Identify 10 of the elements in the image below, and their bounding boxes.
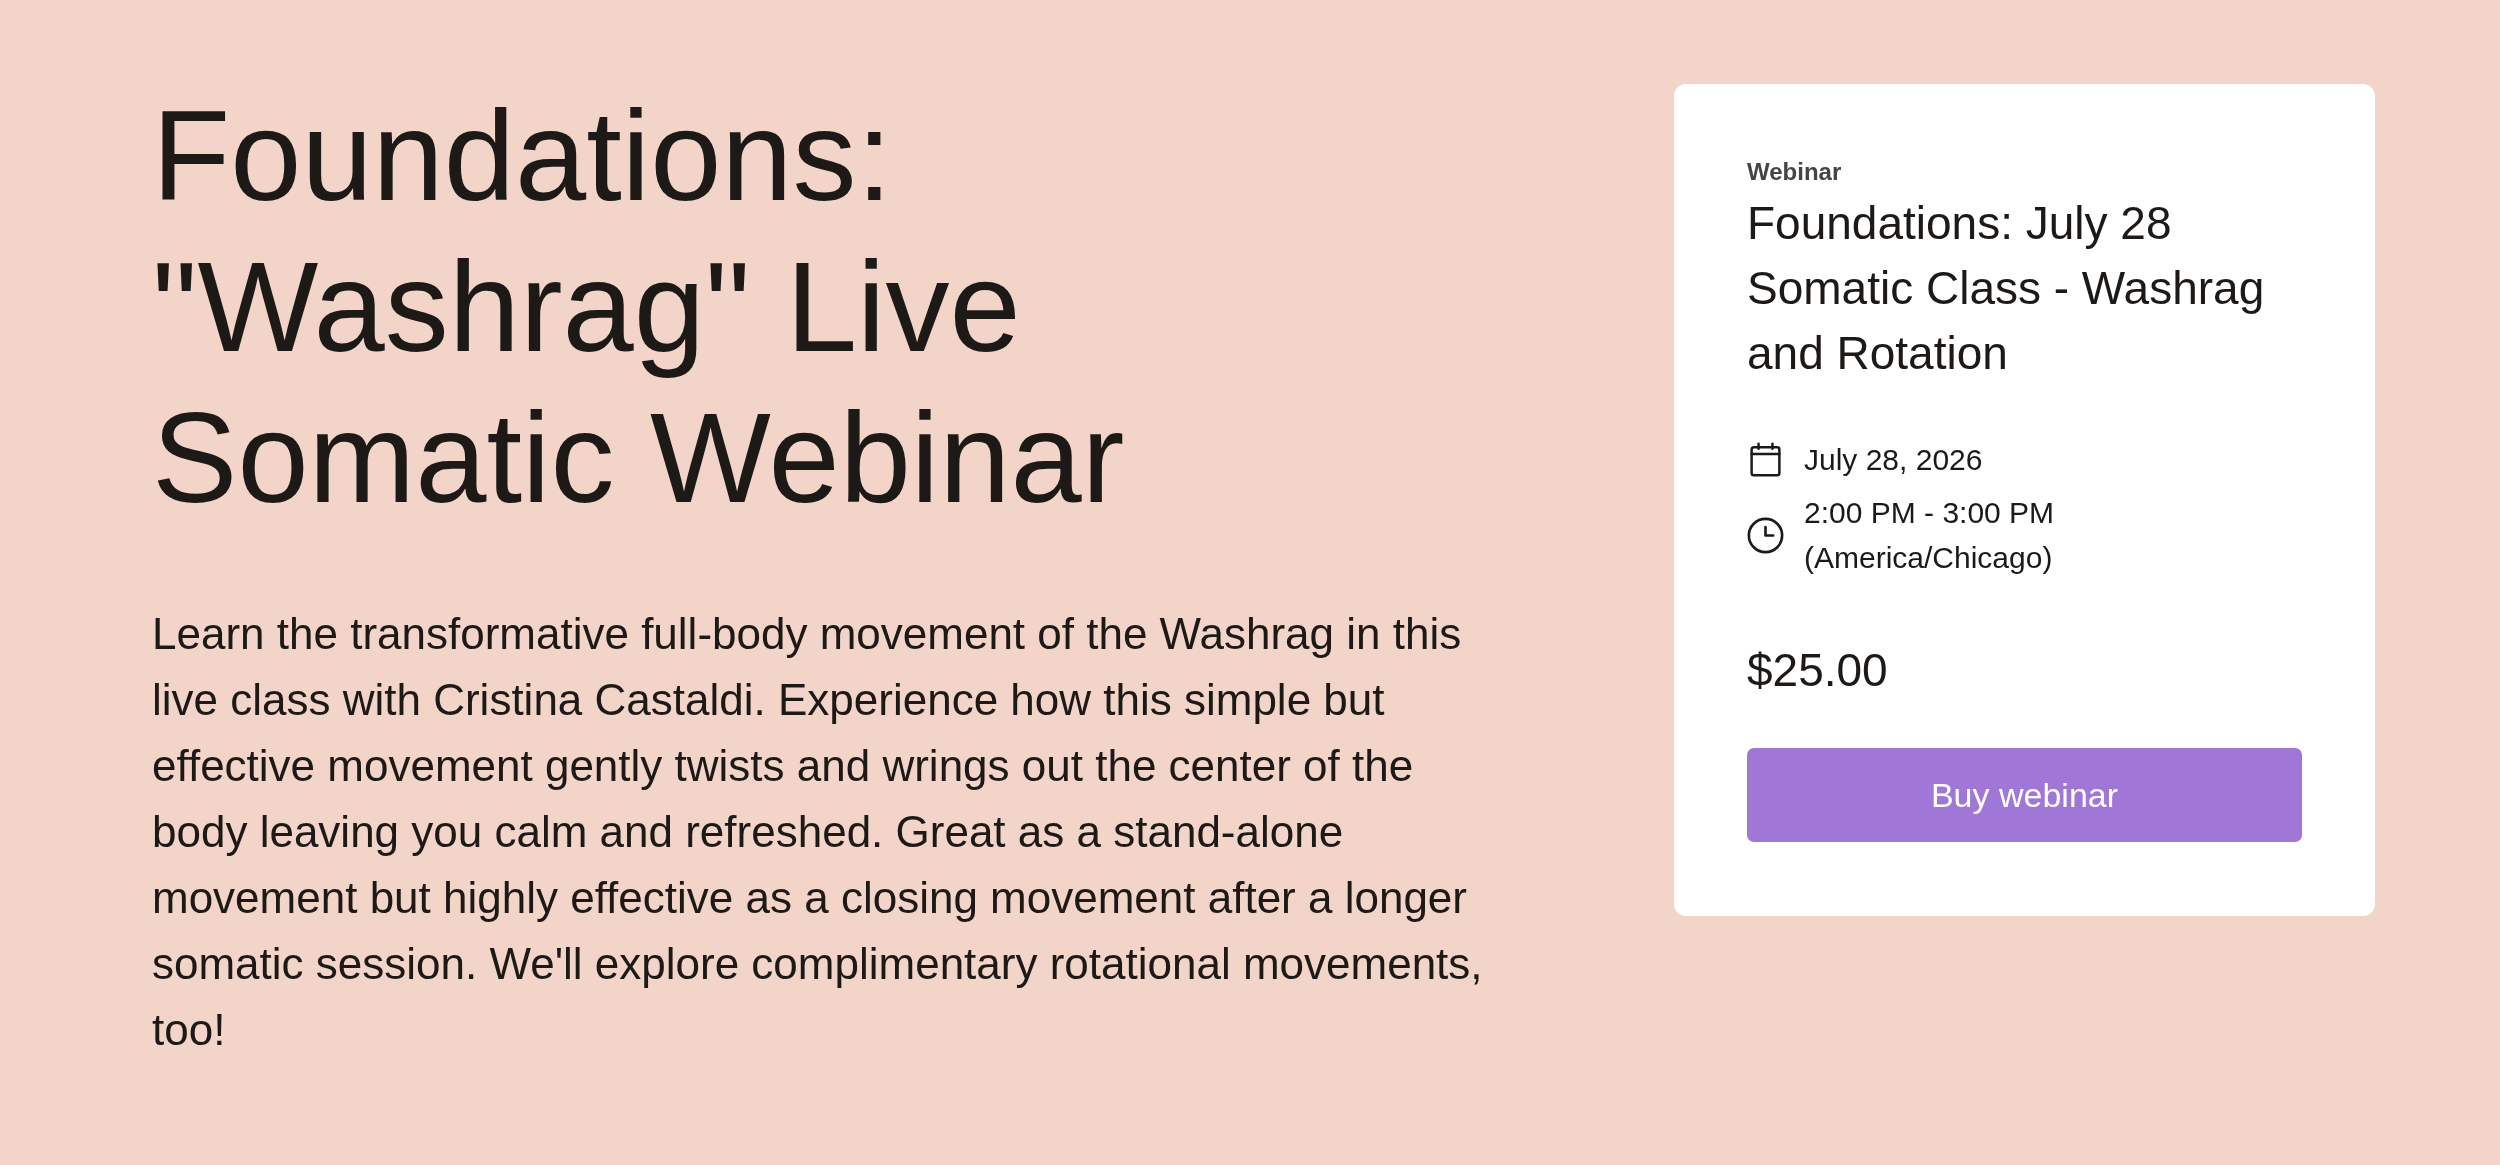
card-category-label: Webinar xyxy=(1747,157,1843,187)
webinar-title: Foundations: July 28 Somatic Class - Washrag and Rotation xyxy=(1747,196,2266,381)
event-description: Learn the transformative full-body movement of the Washrag in this live class with Cristina Castaldi. Experience how this simple but effective movement gently twists and wrings out the center of the body leaving you calm and refreshed. Great as a stand-alone movement but highly effective as a closing movement after a longer somatic session. We'll explore complimentary rotational movements, too! xyxy=(152,608,1484,1056)
event-date: July 28, 2026 xyxy=(1804,442,1983,478)
page-heading: Foundations: "Washrag" Live Somatic Webinar xyxy=(152,83,1126,531)
event-time: 2:00 PM - 3:00 PM (America/Chicago) xyxy=(1804,495,2056,576)
price: $25.00 xyxy=(1747,643,1889,698)
calendar-icon xyxy=(1747,441,1784,478)
buy-webinar-button[interactable]: Buy webinar xyxy=(1747,748,2302,842)
clock-icon xyxy=(1747,516,1784,554)
